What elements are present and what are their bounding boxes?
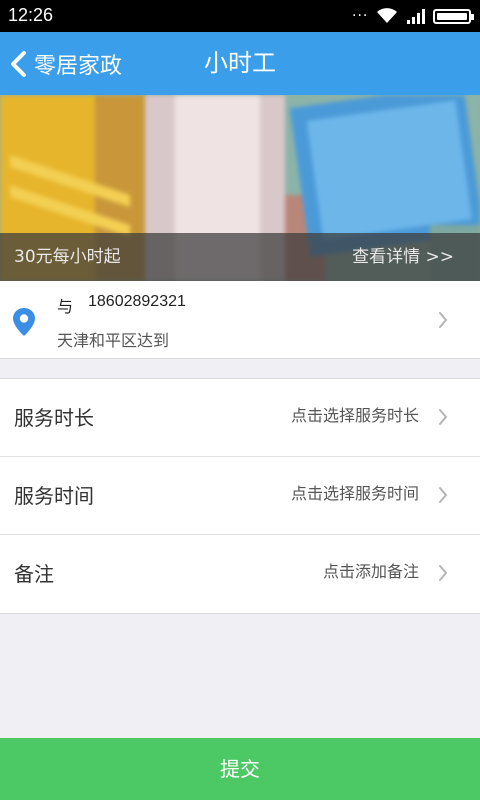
- remarks-row[interactable]: 备注 点击添加备注: [0, 535, 480, 613]
- view-details-link[interactable]: 查看详情 >>: [352, 233, 454, 281]
- price-text: 30元每小时起: [14, 247, 121, 267]
- status-bar: 12:26 ···: [0, 0, 480, 32]
- address-card[interactable]: 与 18602892321 天津和平区达到: [0, 281, 480, 359]
- wifi-icon: [377, 8, 397, 23]
- banner-caption: 30元每小时起 查看详情 >>: [0, 233, 480, 281]
- row-value: 点击选择服务时长: [290, 406, 419, 425]
- row-value: 点击添加备注: [322, 562, 419, 581]
- service-banner[interactable]: 30元每小时起 查看详情 >>: [0, 95, 480, 281]
- order-form: 服务时长 点击选择服务时长 服务时间 点击选择服务时间 备注 点击添加备注: [0, 378, 480, 614]
- service-duration-row[interactable]: 服务时长 点击选择服务时长: [0, 379, 480, 457]
- row-label: 服务时间: [14, 484, 94, 508]
- contact-phone: 18602892321: [88, 293, 186, 310]
- service-time-row[interactable]: 服务时间 点击选择服务时间: [0, 457, 480, 535]
- battery-icon: [433, 9, 474, 24]
- submit-button[interactable]: 提交: [0, 738, 480, 800]
- row-label: 服务时长: [14, 406, 94, 430]
- chevron-right-icon: [439, 409, 448, 425]
- back-button[interactable]: 零居家政: [8, 32, 122, 95]
- chevron-right-icon: [439, 565, 448, 581]
- nav-bar: 小时工 零居家政: [0, 32, 480, 95]
- status-time: 12:26: [8, 5, 54, 25]
- address-text: 天津和平区达到: [57, 331, 170, 350]
- chevron-right-icon: [439, 312, 448, 328]
- row-value: 点击选择服务时间: [290, 484, 419, 503]
- location-pin-icon: [13, 308, 35, 336]
- chevron-right-icon: [439, 487, 448, 503]
- notification-dots: ···: [352, 8, 369, 24]
- back-label: 零居家政: [34, 53, 123, 79]
- row-label: 备注: [14, 562, 54, 586]
- contact-name: 与: [57, 297, 74, 316]
- chevron-left-icon: [11, 50, 26, 77]
- signal-icon: [407, 9, 425, 24]
